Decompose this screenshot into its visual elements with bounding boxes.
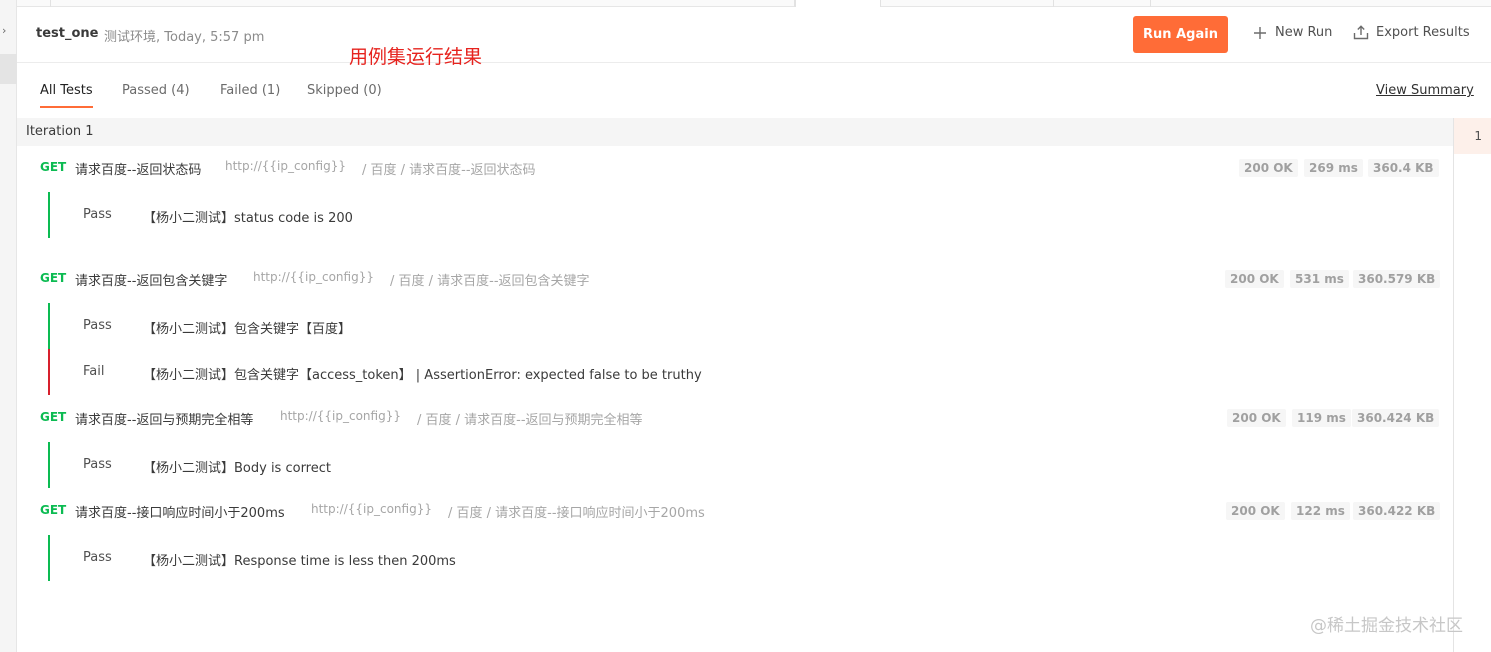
filter-tabs: All Tests Passed (4) Failed (1) Skipped …	[17, 63, 1491, 117]
export-icon	[1353, 25, 1369, 40]
request-row[interactable]: GET 请求百度--返回与预期完全相等 http://{{ip_config}}…	[17, 407, 1447, 429]
test-name: 【杨小二测试】Body is correct	[143, 461, 331, 476]
test-name: 【杨小二测试】包含关键字【百度】	[143, 322, 352, 337]
tab-passed[interactable]: Passed (4)	[122, 83, 190, 98]
run-again-button[interactable]: Run Again	[1133, 16, 1228, 53]
size-badge: 360.579 KB	[1353, 270, 1441, 288]
request-url: http://{{ip_config}}	[225, 159, 346, 173]
test-status: Pass	[83, 318, 112, 333]
request-name: 请求百度--接口响应时间小于200ms	[75, 506, 285, 521]
request-path: / 百度 / 请求百度--返回与预期完全相等	[417, 413, 643, 428]
test-result: Pass 【杨小二测试】包含关键字【百度】	[48, 303, 1428, 349]
test-status: Pass	[83, 550, 112, 565]
request-row[interactable]: GET 请求百度--返回包含关键字 http://{{ip_config}} /…	[17, 268, 1447, 290]
tab-all-tests[interactable]: All Tests	[40, 83, 93, 108]
export-results-label: Export Results	[1376, 25, 1470, 40]
time-badge: 119 ms	[1292, 409, 1351, 427]
fail-indicator	[48, 349, 50, 395]
time-badge: 269 ms	[1304, 159, 1363, 177]
time-badge: 531 ms	[1290, 270, 1349, 288]
status-badge: 200 OK	[1226, 502, 1285, 520]
iteration-list: 1	[1453, 118, 1491, 652]
size-badge: 360.4 KB	[1368, 159, 1439, 177]
test-result: Pass 【杨小二测试】Response time is less then 2…	[48, 535, 1428, 581]
request-path: / 百度 / 请求百度--接口响应时间小于200ms	[448, 506, 705, 521]
tab-strip	[17, 0, 1491, 7]
run-header: test_one 测试环境, Today, 5:57 pm 用例集运行结果 Ru…	[17, 7, 1491, 68]
request-row[interactable]: GET 请求百度--返回状态码 http://{{ip_config}} / 百…	[17, 157, 1447, 179]
pass-indicator	[48, 192, 50, 238]
request-name: 请求百度--返回包含关键字	[75, 274, 228, 289]
pass-indicator	[48, 303, 50, 349]
tab-active[interactable]	[795, 0, 881, 7]
request-path: / 百度 / 请求百度--返回包含关键字	[390, 274, 590, 289]
tab[interactable]	[881, 0, 1054, 7]
tab[interactable]	[33, 0, 51, 7]
request-method: GET	[40, 410, 67, 424]
request-url: http://{{ip_config}}	[253, 270, 374, 284]
pass-indicator	[48, 442, 50, 488]
test-result: Pass 【杨小二测试】Body is correct	[48, 442, 1428, 488]
run-meta: 测试环境, Today, 5:57 pm	[104, 30, 265, 45]
test-name: 【杨小二测试】包含关键字【access_token】 | AssertionEr…	[143, 368, 702, 383]
time-badge: 122 ms	[1291, 502, 1350, 520]
test-result: Fail 【杨小二测试】包含关键字【access_token】 | Assert…	[48, 349, 1428, 395]
iteration-header: Iteration 1	[17, 118, 1454, 146]
request-name: 请求百度--返回状态码	[75, 163, 202, 178]
test-name: 【杨小二测试】Response time is less then 200ms	[143, 554, 456, 569]
collection-runner: › test_one 测试环境, Today, 5:57 pm 用例集运行结果 …	[0, 0, 1491, 652]
test-status: Pass	[83, 457, 112, 472]
iteration-label: Iteration 1	[26, 124, 94, 139]
status-badge: 200 OK	[1225, 270, 1284, 288]
new-run-button[interactable]: New Run	[1253, 25, 1332, 40]
request-row[interactable]: GET 请求百度--接口响应时间小于200ms http://{{ip_conf…	[17, 500, 1447, 522]
iteration-number[interactable]: 1	[1454, 118, 1491, 154]
pass-indicator	[48, 535, 50, 581]
size-badge: 360.424 KB	[1352, 409, 1440, 427]
tab-skipped[interactable]: Skipped (0)	[307, 83, 382, 98]
new-run-label: New Run	[1275, 25, 1333, 40]
request-method: GET	[40, 271, 67, 285]
request-method: GET	[40, 160, 67, 174]
export-results-button[interactable]: Export Results	[1353, 25, 1470, 40]
tab-failed[interactable]: Failed (1)	[220, 83, 280, 98]
request-method: GET	[40, 503, 67, 517]
tab[interactable]	[1054, 0, 1151, 7]
left-sidebar-gutter: ›	[0, 0, 17, 652]
view-summary-link[interactable]: View Summary	[1376, 83, 1474, 98]
plus-icon	[1254, 26, 1266, 39]
test-name: 【杨小二测试】status code is 200	[143, 211, 353, 226]
run-name: test_one	[36, 26, 99, 41]
tab[interactable]	[51, 0, 795, 7]
size-badge: 360.422 KB	[1353, 502, 1441, 520]
watermark: @稀土掘金技术社区	[1310, 616, 1463, 636]
request-path: / 百度 / 请求百度--返回状态码	[362, 163, 536, 178]
chevron-right-icon[interactable]: ›	[2, 24, 6, 37]
status-badge: 200 OK	[1239, 159, 1298, 177]
request-url: http://{{ip_config}}	[280, 409, 401, 423]
sidebar-selected-item[interactable]	[0, 54, 17, 84]
test-status: Pass	[83, 207, 112, 222]
test-status: Fail	[83, 364, 105, 379]
request-url: http://{{ip_config}}	[311, 502, 432, 516]
status-badge: 200 OK	[1227, 409, 1286, 427]
test-result: Pass 【杨小二测试】status code is 200	[48, 192, 1428, 238]
request-name: 请求百度--返回与预期完全相等	[75, 413, 254, 428]
